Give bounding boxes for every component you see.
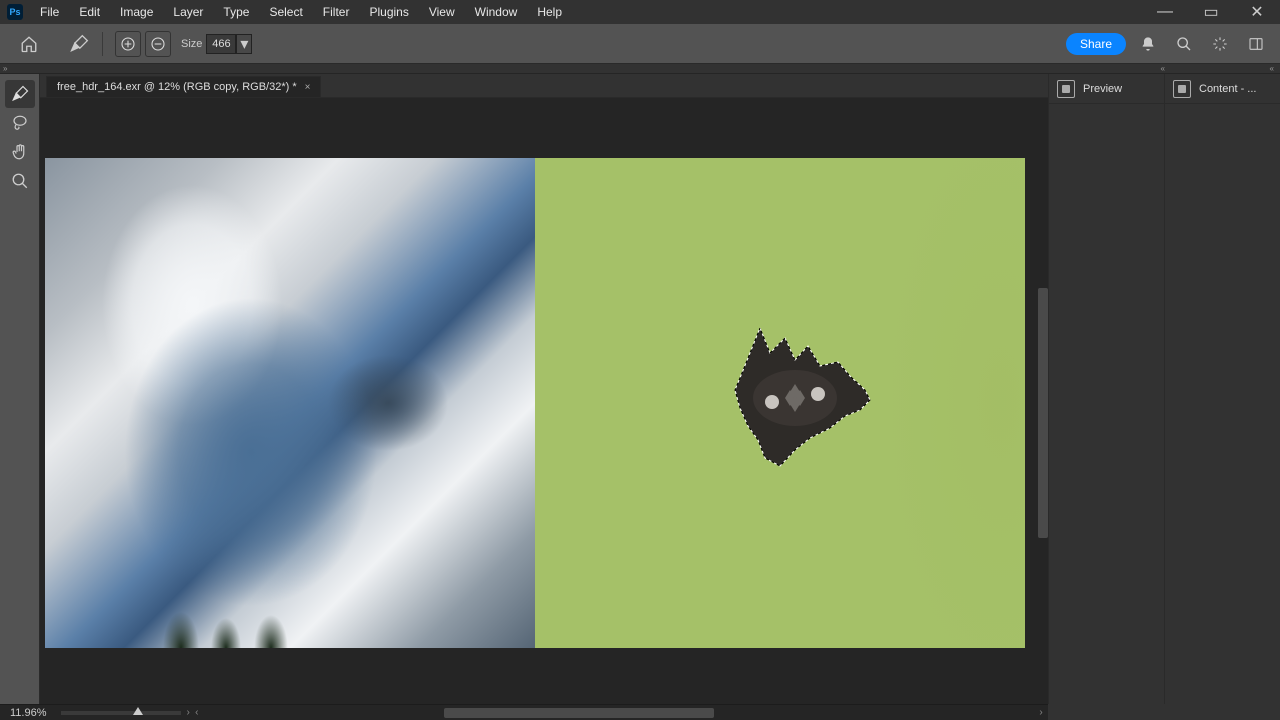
sparkle-icon — [1212, 36, 1228, 52]
zoom-tool[interactable] — [5, 167, 35, 195]
workspace-button[interactable] — [1242, 30, 1270, 58]
brush-icon — [69, 34, 89, 54]
menu-help[interactable]: Help — [527, 2, 572, 22]
horizontal-scrollbar-track[interactable] — [204, 708, 1034, 718]
hand-tool[interactable] — [5, 138, 35, 166]
document-tab[interactable]: free_hdr_164.exr @ 12% (RGB copy, RGB/32… — [46, 76, 321, 97]
menu-plugins[interactable]: Plugins — [359, 2, 418, 22]
search-icon — [1176, 36, 1192, 52]
selected-object — [710, 318, 880, 478]
document-area: free_hdr_164.exr @ 12% (RGB copy, RGB/32… — [40, 74, 1048, 704]
ps-logo-icon: Ps — [7, 4, 23, 20]
bell-icon — [1140, 36, 1156, 52]
menu-layer[interactable]: Layer — [163, 2, 213, 22]
menu-bar: File Edit Image Layer Type Select Filter… — [30, 2, 1142, 22]
right-panel-dock: Preview Content - ... — [1048, 74, 1280, 704]
content-panel-icon — [1173, 80, 1191, 98]
size-input[interactable] — [206, 34, 236, 54]
zoom-slider[interactable] — [61, 711, 181, 715]
minus-circle-icon — [150, 36, 166, 52]
tips-button[interactable] — [1206, 30, 1234, 58]
notifications-button[interactable] — [1134, 30, 1162, 58]
content-panel: Content - ... — [1165, 74, 1280, 704]
divider — [102, 32, 103, 56]
close-button[interactable]: ✕ — [1234, 0, 1280, 24]
add-selection-button[interactable] — [115, 31, 141, 57]
h-scroll-left[interactable]: ‹ — [190, 707, 204, 718]
canvas-viewport[interactable] — [40, 98, 1048, 704]
document-tab-label: free_hdr_164.exr @ 12% (RGB copy, RGB/32… — [57, 81, 297, 93]
options-bar: Size ▾ Share — [0, 24, 1280, 64]
menu-type[interactable]: Type — [213, 2, 259, 22]
menu-edit[interactable]: Edit — [69, 2, 110, 22]
lasso-tool[interactable] — [5, 109, 35, 137]
menu-filter[interactable]: Filter — [313, 2, 360, 22]
image-left-sky — [45, 158, 535, 648]
collapse-panel-toggle-1[interactable]: « — [1161, 64, 1165, 73]
title-bar: Ps File Edit Image Layer Type Select Fil… — [0, 0, 1280, 24]
subtract-selection-button[interactable] — [145, 31, 171, 57]
zoom-slider-handle[interactable] — [133, 707, 143, 715]
content-panel-label: Content - ... — [1199, 83, 1256, 95]
main-area: free_hdr_164.exr @ 12% (RGB copy, RGB/32… — [0, 74, 1280, 704]
size-label: Size — [181, 38, 202, 50]
maximize-button[interactable]: ▭ — [1188, 0, 1234, 24]
horizontal-scrollbar-thumb[interactable] — [444, 708, 714, 718]
document-tab-bar: free_hdr_164.exr @ 12% (RGB copy, RGB/32… — [40, 74, 1048, 98]
horizontal-scrollbar: ‹ › — [190, 707, 1048, 718]
lasso-icon — [11, 114, 29, 132]
status-bar: 11.96% › ‹ › — [0, 704, 1048, 720]
expand-toolbox-toggle[interactable]: » — [3, 64, 7, 73]
minimize-button[interactable]: — — [1142, 0, 1188, 24]
home-button[interactable] — [14, 29, 44, 59]
panel-toggle-row: » « « — [0, 64, 1280, 74]
menu-image[interactable]: Image — [110, 2, 163, 22]
preview-panel-icon — [1057, 80, 1075, 98]
workspace-icon — [1248, 36, 1264, 52]
home-icon — [20, 35, 38, 53]
h-scroll-right[interactable]: › — [1034, 707, 1048, 718]
menu-view[interactable]: View — [419, 2, 465, 22]
menu-select[interactable]: Select — [259, 2, 312, 22]
plus-circle-icon — [120, 36, 136, 52]
zoom-icon — [11, 172, 29, 190]
right-tool-cluster: Share — [1066, 30, 1270, 58]
vertical-scrollbar-thumb[interactable] — [1038, 288, 1048, 538]
preview-panel-label: Preview — [1083, 83, 1122, 95]
brush-tool[interactable] — [5, 80, 35, 108]
zoom-value[interactable]: 11.96% — [0, 707, 57, 719]
menu-window[interactable]: Window — [465, 2, 528, 22]
preview-panel-tab[interactable]: Preview — [1049, 74, 1164, 104]
app-icon: Ps — [4, 1, 26, 23]
collapse-panel-toggle-2[interactable]: « — [1270, 64, 1274, 73]
toolbox — [0, 74, 40, 704]
close-tab-button[interactable]: × — [305, 82, 311, 93]
preview-panel: Preview — [1049, 74, 1165, 704]
hand-icon — [11, 143, 29, 161]
vertical-scrollbar-track[interactable] — [1038, 98, 1048, 704]
content-panel-tab[interactable]: Content - ... — [1165, 74, 1280, 104]
search-button[interactable] — [1170, 30, 1198, 58]
canvas[interactable] — [45, 158, 1025, 648]
menu-file[interactable]: File — [30, 2, 69, 22]
current-tool-icon — [64, 29, 94, 59]
window-controls: — ▭ ✕ — [1142, 0, 1280, 24]
brush-icon — [11, 85, 29, 103]
share-button[interactable]: Share — [1066, 33, 1126, 55]
size-dropdown[interactable]: ▾ — [236, 34, 252, 54]
